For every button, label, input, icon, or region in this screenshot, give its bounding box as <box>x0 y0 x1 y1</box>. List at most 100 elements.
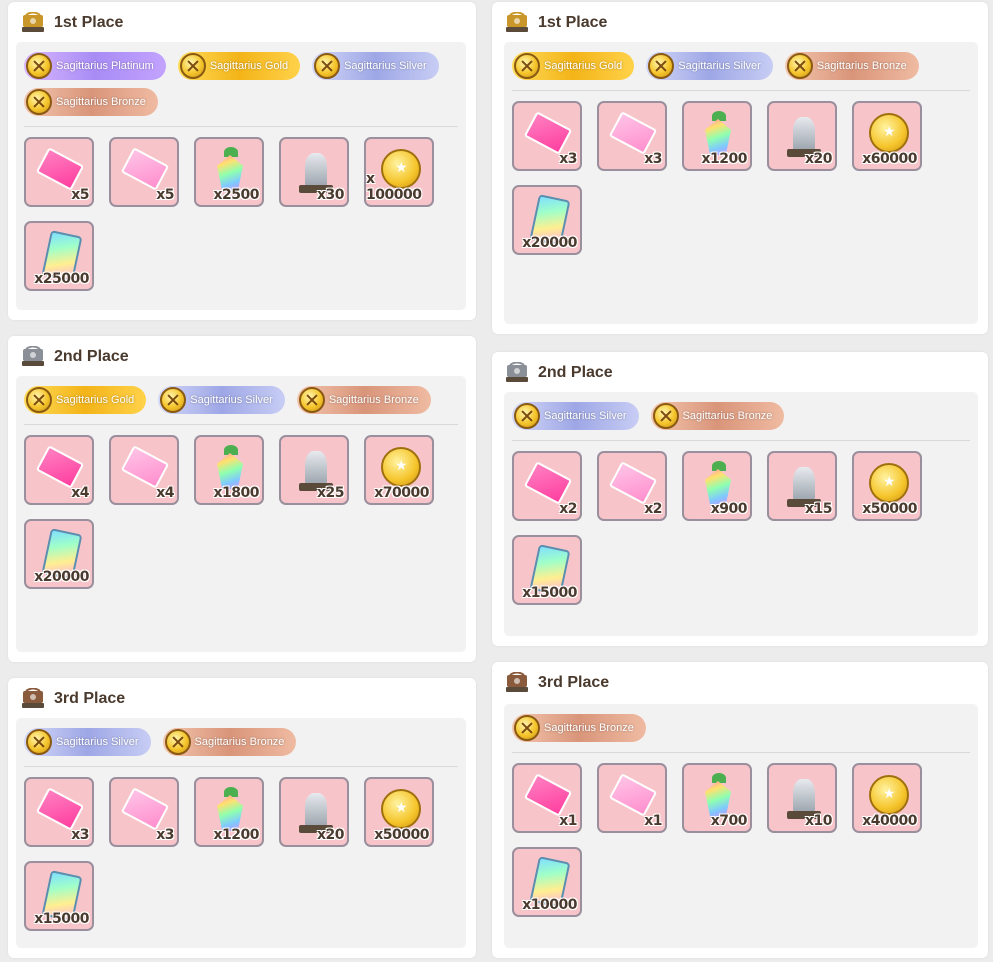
badge-gold[interactable]: Sagittarius Gold <box>24 386 147 414</box>
rainbow-carrot-item[interactable]: x900 <box>682 451 752 521</box>
pink-ticket-item[interactable]: x5 <box>24 137 94 207</box>
horse-statue-item[interactable]: x25 <box>279 435 349 505</box>
silver-trophy-icon <box>20 345 46 368</box>
pink-ticket-item[interactable]: x2 <box>512 451 582 521</box>
rainbow-carrot-item[interactable]: x2500 <box>194 137 264 207</box>
place-title: 2nd Place <box>54 348 129 365</box>
item-count: x20 <box>316 827 345 843</box>
pink-ticket-alt-item[interactable]: x3 <box>597 101 667 171</box>
badge-gold[interactable]: Sagittarius Gold <box>177 52 301 80</box>
badge-silver[interactable]: Sagittarius Silver <box>312 52 439 80</box>
item-count: x3 <box>559 151 577 167</box>
item-count: x15 <box>804 501 833 517</box>
divider <box>512 752 970 753</box>
item-count: x4 <box>156 485 174 501</box>
badge-bronze[interactable]: Sagittarius Bronze <box>650 402 785 430</box>
item-count: x25 <box>316 485 345 501</box>
medal-icon <box>786 53 813 79</box>
reward-box: Sagittarius Bronze x1 x1 x700 x10 x40000 x1000… <box>504 704 978 948</box>
item-count: x1200 <box>213 827 260 843</box>
badge-silver[interactable]: Sagittarius Silver <box>646 52 773 80</box>
pink-ticket-item[interactable]: x3 <box>24 777 94 847</box>
badge-label: Sagittarius Silver <box>678 60 761 72</box>
rainbow-card-item[interactable]: x20000 <box>24 519 94 589</box>
badge-label: Sagittarius Silver <box>344 60 427 72</box>
gold-coin-item[interactable]: x50000 <box>852 451 922 521</box>
badge-platinum[interactable]: Sagittarius Platinum <box>24 52 166 80</box>
medal-icon <box>26 53 52 79</box>
rainbow-card-item[interactable]: x10000 <box>512 847 582 917</box>
item-count: x2 <box>644 501 662 517</box>
rainbow-card-item[interactable]: x25000 <box>24 221 94 291</box>
bronze-trophy-icon <box>20 687 46 710</box>
horse-statue-item[interactable]: x20 <box>767 101 837 171</box>
item-count: x2500 <box>213 187 260 203</box>
rainbow-carrot-item[interactable]: x1800 <box>194 435 264 505</box>
gold-coin-item[interactable]: x70000 <box>364 435 434 505</box>
place-title: 1st Place <box>54 14 124 31</box>
place-title: 3rd Place <box>54 690 126 707</box>
medal-icon <box>26 729 52 755</box>
badge-silver[interactable]: Sagittarius Silver <box>158 386 285 414</box>
badge-bronze[interactable]: Sagittarius Bronze <box>512 714 646 742</box>
badge-gold[interactable]: Sagittarius Gold <box>512 52 635 80</box>
reward-box: Sagittarius Silver Sagittarius Bronze x2 x2… <box>504 392 978 636</box>
badge-list: Sagittarius Silver Sagittarius Bronze <box>16 718 466 764</box>
medal-icon <box>648 53 675 79</box>
gold-coin-item[interactable]: x60000 <box>852 101 922 171</box>
item-count: x10000 <box>522 897 577 913</box>
badge-label: Sagittarius Platinum <box>56 60 154 72</box>
medal-icon <box>298 387 325 413</box>
badge-label: Sagittarius Silver <box>190 394 273 406</box>
rainbow-carrot-item[interactable]: x700 <box>682 763 752 833</box>
pink-ticket-item[interactable]: x4 <box>24 435 94 505</box>
item-count: x30 <box>316 187 345 203</box>
badge-silver[interactable]: Sagittarius Silver <box>512 402 639 430</box>
medal-icon <box>179 53 206 79</box>
item-count: x1800 <box>213 485 260 501</box>
badge-bronze[interactable]: Sagittarius Bronze <box>784 52 919 80</box>
gold-coin-item[interactable]: x50000 <box>364 777 434 847</box>
gold-coin-item[interactable]: x40000 <box>852 763 922 833</box>
pink-ticket-alt-item[interactable]: x2 <box>597 451 667 521</box>
pink-ticket-alt-item[interactable]: x1 <box>597 763 667 833</box>
rainbow-card-item[interactable]: x15000 <box>512 535 582 605</box>
rainbow-card-item[interactable]: x15000 <box>24 861 94 931</box>
place-title: 3rd Place <box>538 674 610 691</box>
reward-box: Sagittarius Gold Sagittarius Silver Sagitt… <box>16 376 466 652</box>
divider <box>512 90 970 91</box>
gold-coin-item[interactable]: x 100000 <box>364 137 434 207</box>
reward-box: Sagittarius Gold Sagittarius Silver Sagitt… <box>504 42 978 324</box>
badge-label: Sagittarius Gold <box>209 60 289 72</box>
pink-ticket-alt-item[interactable]: x5 <box>109 137 179 207</box>
horse-statue-item[interactable]: x15 <box>767 451 837 521</box>
badge-label: Sagittarius Bronze <box>194 736 285 748</box>
rainbow-carrot-item[interactable]: x1200 <box>194 777 264 847</box>
horse-statue-item[interactable]: x30 <box>279 137 349 207</box>
medal-icon <box>314 53 341 79</box>
badge-silver[interactable]: Sagittarius Silver <box>24 728 151 756</box>
item-count: x1200 <box>701 151 748 167</box>
panel-header: 3rd Place <box>8 684 476 714</box>
pink-ticket-item[interactable]: x3 <box>512 101 582 171</box>
item-count: x1 <box>559 813 577 829</box>
badge-bronze[interactable]: Sagittarius Bronze <box>24 88 158 116</box>
pink-ticket-alt-item[interactable]: x3 <box>109 777 179 847</box>
silver-trophy-icon <box>504 361 530 384</box>
item-count: x4 <box>71 485 89 501</box>
horse-statue-item[interactable]: x20 <box>279 777 349 847</box>
rainbow-carrot-item[interactable]: x1200 <box>682 101 752 171</box>
pink-ticket-alt-item[interactable]: x4 <box>109 435 179 505</box>
panel-header: 2nd Place <box>8 342 476 372</box>
badge-list: Sagittarius Platinum Sagittarius Gold Sagi… <box>16 42 466 124</box>
medal-icon <box>26 89 52 115</box>
badge-label: Sagittarius Gold <box>544 60 623 72</box>
rainbow-card-item[interactable]: x20000 <box>512 185 582 255</box>
item-count: x3 <box>71 827 89 843</box>
reward-box: Sagittarius Silver Sagittarius Bronze x3 x3… <box>16 718 466 948</box>
badge-bronze[interactable]: Sagittarius Bronze <box>296 386 431 414</box>
horse-statue-item[interactable]: x10 <box>767 763 837 833</box>
item-count: x40000 <box>862 813 917 829</box>
badge-bronze[interactable]: Sagittarius Bronze <box>162 728 297 756</box>
pink-ticket-item[interactable]: x1 <box>512 763 582 833</box>
